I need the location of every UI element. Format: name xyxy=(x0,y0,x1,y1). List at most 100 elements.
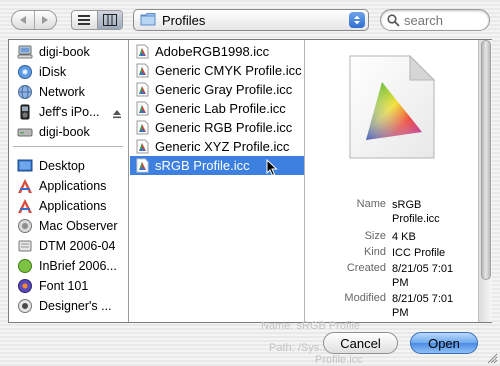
forward-button[interactable] xyxy=(33,11,57,29)
sidebar-item-label: Network xyxy=(39,85,85,99)
info-value: sRGB Profile.icc xyxy=(392,199,440,225)
sidebar-item-label: digi-book xyxy=(39,45,90,59)
hard-drive-icon xyxy=(17,124,33,140)
document-icon xyxy=(17,258,33,274)
file-name: Generic RGB Profile.icc xyxy=(155,120,293,135)
info-key: Modified xyxy=(344,292,386,304)
sidebar-item-label: Applications xyxy=(39,179,107,193)
info-value: 4 KB xyxy=(392,231,416,243)
info-value: 8/21/05 7:01 PM xyxy=(392,263,454,289)
info-key: Kind xyxy=(363,246,386,258)
icc-file-icon xyxy=(136,158,149,173)
sidebar-item-applications[interactable]: Applications xyxy=(9,176,128,196)
sidebar-item-label: Jeff's iPo... xyxy=(39,105,100,119)
toolbar: Profiles xyxy=(0,0,500,40)
network-icon xyxy=(17,84,33,100)
document-icon xyxy=(17,298,33,314)
icc-profile-icon xyxy=(344,52,440,165)
sidebar-item-desktop[interactable]: Desktop xyxy=(9,156,128,176)
search-field[interactable] xyxy=(380,9,490,31)
search-input[interactable] xyxy=(404,12,484,28)
icc-file-icon xyxy=(136,82,149,97)
document-icon xyxy=(17,278,33,294)
applications-icon xyxy=(17,178,33,194)
file-name: sRGB Profile.icc xyxy=(155,158,250,173)
sidebar-item-label: iDisk xyxy=(39,65,67,79)
file-name: Generic XYZ Profile.icc xyxy=(155,139,290,154)
idisk-icon xyxy=(17,64,33,80)
sidebar-divider xyxy=(13,146,123,147)
eject-icon[interactable] xyxy=(112,107,122,122)
resize-grip-icon[interactable] xyxy=(486,352,498,366)
computer-icon xyxy=(17,44,33,60)
file-name: AdobeRGB1998.icc xyxy=(155,44,270,59)
sidebar-item-label: Applications xyxy=(39,199,107,213)
sidebar: digi-book iDisk Network Jeff's iPo... di… xyxy=(9,40,129,322)
path-popup[interactable]: Profiles xyxy=(133,9,369,31)
forward-arrow-icon xyxy=(42,16,49,24)
sidebar-item-mac-observer[interactable]: Mac Observer xyxy=(9,216,128,236)
sidebar-item-designers[interactable]: Designer's ... xyxy=(9,296,128,316)
open-button[interactable]: Open xyxy=(410,332,478,354)
sidebar-item-dtm[interactable]: DTM 2006-04 xyxy=(9,236,128,256)
info-key: Created xyxy=(346,262,386,274)
icc-file-icon xyxy=(136,63,149,78)
sidebar-item-label: DTM 2006-04 xyxy=(39,239,116,253)
file-row[interactable]: AdobeRGB1998.icc xyxy=(130,42,304,61)
icc-file-icon xyxy=(136,101,149,116)
back-arrow-icon xyxy=(19,16,26,24)
column-view-button[interactable] xyxy=(96,11,122,29)
file-row[interactable]: Generic RGB Profile.icc xyxy=(130,118,304,137)
sidebar-item-label: Designer's ... xyxy=(39,299,112,313)
back-button[interactable] xyxy=(12,11,34,29)
list-view-icon xyxy=(78,15,91,25)
sidebar-item-font-101[interactable]: Font 101 xyxy=(9,276,128,296)
scrollbar-thumb[interactable] xyxy=(481,40,491,280)
popup-arrows-icon xyxy=(349,12,365,28)
folder-icon xyxy=(17,218,33,234)
sidebar-item-digi-book-drive[interactable]: digi-book xyxy=(9,122,128,142)
sidebar-item-label: Desktop xyxy=(39,159,85,173)
view-mode-control xyxy=(71,10,123,30)
sidebar-item-applications-2[interactable]: Applications xyxy=(9,196,128,216)
list-view-button[interactable] xyxy=(72,11,97,29)
background-path-line: Path: /Sys... xyxy=(269,342,329,354)
sidebar-item-label: InBrief 2006... xyxy=(39,259,117,273)
info-value: ICC Profile xyxy=(392,247,446,259)
file-row[interactable]: Generic Gray Profile.icc xyxy=(130,80,304,99)
search-icon xyxy=(387,13,400,27)
desktop-icon xyxy=(17,158,33,174)
info-key: Name xyxy=(356,198,386,210)
sidebar-item-network[interactable]: Network xyxy=(9,82,128,102)
info-value: 8/21/05 7:01 PM xyxy=(392,293,454,319)
column-view-icon xyxy=(102,14,117,26)
sidebar-item-inbrief[interactable]: InBrief 2006... xyxy=(9,256,128,276)
background-name-line: Name: sRGB Profile xyxy=(261,320,361,332)
file-row[interactable]: Generic XYZ Profile.icc xyxy=(130,137,304,156)
file-column: AdobeRGB1998.icc Generic CMYK Profile.ic… xyxy=(130,40,305,322)
folder-icon xyxy=(140,12,156,29)
file-name: Generic CMYK Profile.icc xyxy=(155,63,302,78)
disk-image-icon xyxy=(17,238,33,254)
applications-icon xyxy=(17,198,33,214)
path-popup-label: Profiles xyxy=(162,12,206,28)
cancel-button[interactable]: Cancel xyxy=(323,332,398,354)
mouse-pointer-icon xyxy=(266,158,278,180)
sidebar-item-idisk[interactable]: iDisk xyxy=(9,62,128,82)
file-browser: digi-book iDisk Network Jeff's iPo... di… xyxy=(8,39,492,323)
back-forward-control xyxy=(11,10,57,30)
icc-file-icon xyxy=(136,139,149,154)
sidebar-item-digi-book[interactable]: digi-book xyxy=(9,42,128,62)
file-name: Generic Lab Profile.icc xyxy=(155,101,286,116)
file-row[interactable]: Generic CMYK Profile.icc xyxy=(130,61,304,80)
sidebar-item-ipod[interactable]: Jeff's iPo... xyxy=(9,102,128,122)
file-name: Generic Gray Profile.icc xyxy=(155,82,293,97)
background-profile-line: Profile.icc xyxy=(315,354,363,366)
ipod-icon xyxy=(17,104,33,120)
sidebar-item-label: Font 101 xyxy=(39,279,89,293)
info-key: Size xyxy=(364,230,386,242)
file-row[interactable]: Generic Lab Profile.icc xyxy=(130,99,304,118)
vertical-scrollbar[interactable] xyxy=(478,40,492,322)
sidebar-item-label: digi-book xyxy=(39,125,90,139)
icc-file-icon xyxy=(136,44,149,59)
